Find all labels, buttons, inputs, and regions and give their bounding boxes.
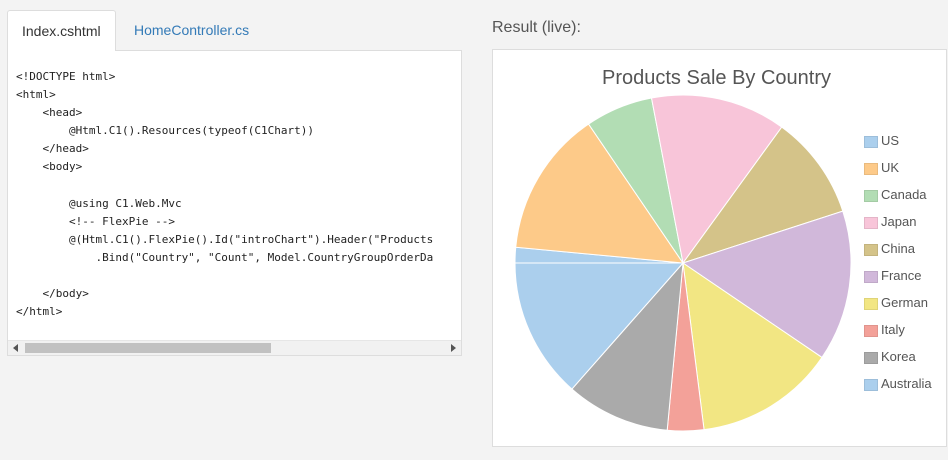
legend-label: Canada	[881, 187, 927, 202]
legend-label: Italy	[881, 322, 905, 337]
legend-label: China	[881, 241, 915, 256]
legend-swatch	[864, 325, 878, 337]
legend-label: UK	[881, 160, 900, 175]
legend-swatch	[864, 298, 878, 310]
legend-swatch	[864, 271, 878, 283]
legend-swatch	[864, 379, 878, 391]
legend-label: Japan	[881, 214, 917, 229]
pie-chart	[514, 94, 852, 432]
tab-index-cshtml[interactable]: Index.cshtml	[7, 10, 116, 51]
legend-label: US	[881, 133, 900, 148]
legend-swatch	[864, 217, 878, 229]
legend-label: German	[881, 295, 928, 310]
legend-swatch	[864, 244, 878, 256]
legend-swatch	[864, 163, 878, 175]
legend-label: Korea	[881, 349, 916, 364]
legend-label: France	[881, 268, 922, 283]
legend-label: Australia	[881, 376, 932, 391]
legend-swatch	[864, 136, 878, 148]
legend-swatch	[864, 352, 878, 364]
legend-swatch	[864, 190, 878, 202]
